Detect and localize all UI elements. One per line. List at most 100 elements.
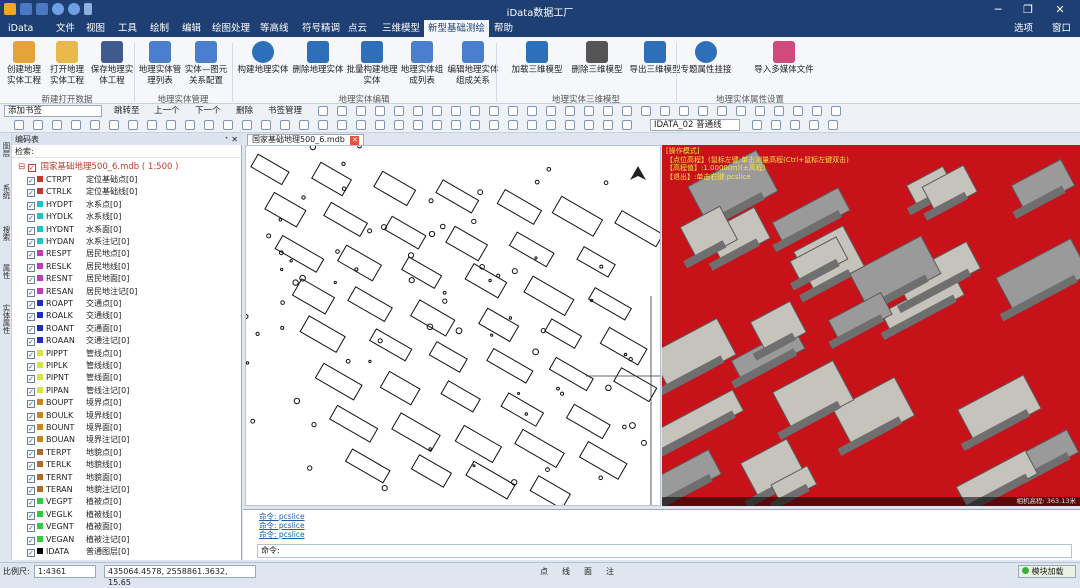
ribbon-button[interactable]: 构建地理实体 [236,41,290,76]
edit-tool-icon[interactable] [809,120,819,130]
layer-item[interactable]: ✓ HYDNT 水系面[0] [27,224,121,236]
menu-item[interactable]: 点云 [344,20,371,37]
maximize-button[interactable]: ❐ [1016,2,1040,18]
layer-checkbox[interactable]: ✓ [27,263,35,272]
edit-tool-icon[interactable] [489,120,499,130]
snap-point-button[interactable]: 点 [540,566,548,577]
tool-icon[interactable] [736,106,746,116]
tool-icon[interactable] [413,106,423,116]
ribbon-button[interactable]: 导入多媒体文件 [752,41,816,76]
tool-icon[interactable] [755,106,765,116]
layer-item[interactable]: ✓ BOULK 境界线[0] [27,410,121,422]
layer-item[interactable]: ✓ VEGAN 植被注记[0] [27,534,129,546]
layer-checkbox[interactable]: ✓ [27,549,35,557]
layer-item[interactable]: ✓ PIPPT 管线点[0] [27,348,121,360]
layer-checkbox[interactable]: ✓ [27,239,35,247]
ribbon-button[interactable]: 地理实体组成列表 [398,41,446,87]
layer-item[interactable]: ✓ RESAN 居民地注记[0] [27,286,137,298]
scale-field[interactable]: 1:4361 [34,565,96,578]
tool-icon[interactable] [812,106,822,116]
menu-item[interactable]: 新型基础测绘 [424,20,490,37]
layer-checkbox[interactable]: ✓ [27,425,35,433]
tool-icon[interactable] [356,106,366,116]
side-tab[interactable]: 属性 [1,264,11,279]
layer-item[interactable]: ✓ TERAN 地貌注记[0] [27,484,129,496]
layer-item[interactable]: ✓ CTRPT 定位基础点[0] [27,174,137,186]
layer-item[interactable]: ✓ VEGNT 植被面[0] [27,521,121,533]
close-button[interactable]: ✕ [1048,2,1072,18]
map-2d-view[interactable] [245,145,661,506]
next-button[interactable]: 下一个 [195,105,221,117]
search-field[interactable]: 检索: [12,146,242,158]
panel-close-icon[interactable]: ✕ [231,134,238,145]
menu-item[interactable]: 符号精调 [298,20,344,37]
layer-checkbox[interactable]: ✓ [27,350,35,359]
layer-item[interactable]: ✓ HYDLK 水系线[0] [27,211,121,223]
edit-tool-icon[interactable] [375,120,385,130]
tool-icon[interactable] [508,106,518,116]
layer-item[interactable]: ✓ IDATA 普通图层[0] [27,546,129,558]
edit-tool-icon[interactable] [223,120,233,130]
layer-item[interactable]: ✓ BOUAN 境界注记[0] [27,434,129,446]
tool-icon[interactable] [622,106,632,116]
layer-item[interactable]: ✓ VEGPT 植被点[0] [27,496,121,508]
edit-tool-icon[interactable] [451,120,461,130]
layer-item[interactable]: ✓ ROAPT 交通点[0] [27,298,121,310]
edit-tool-icon[interactable] [14,120,24,130]
layer-checkbox[interactable]: ✓ [27,511,35,520]
tab-close-icon[interactable]: ✕ [350,136,360,145]
layer-item[interactable]: ✓ HYDPT 水系点[0] [27,199,121,211]
edit-tool-icon[interactable] [546,120,556,130]
tool-icon[interactable] [337,106,347,116]
window-menu[interactable]: 窗口 [1048,20,1075,37]
side-tab[interactable]: 图层 [1,142,11,157]
pin-icon[interactable]: ᐩ [225,134,228,145]
layer-item[interactable]: ✓ CTRLK 定位基础线[0] [27,186,137,198]
edit-tool-icon[interactable] [71,120,81,130]
edit-tool-icon[interactable] [790,120,800,130]
layer-tree-root[interactable]: ⊟ ✓ 国家基础地理500_6.mdb ( 1:500 ) [18,161,178,173]
edit-tool-icon[interactable] [394,120,404,130]
layer-item[interactable]: ✓ PIPNT 管线面[0] [27,372,121,384]
edit-tool-icon[interactable] [242,120,252,130]
tool-icon[interactable] [432,106,442,116]
layer-checkbox[interactable]: ✓ [27,313,35,322]
layer-item[interactable]: ✓ BOUPT 境界点[0] [27,397,121,409]
tool-icon[interactable] [489,106,499,116]
edit-tool-icon[interactable] [603,120,613,130]
menu-item[interactable]: 编辑 [178,20,205,37]
tool-icon[interactable] [831,106,841,116]
ribbon-button[interactable]: 创建地理实体工程 [4,41,44,87]
edit-tool-icon[interactable] [166,120,176,130]
ribbon-button[interactable]: 实体—图元关系配置 [182,41,230,87]
tool-icon[interactable] [717,106,727,116]
layer-item[interactable]: ✓ PIPAN 管线注记[0] [27,385,129,397]
tool-icon[interactable] [793,106,803,116]
root-checkbox[interactable]: ✓ [27,164,36,172]
layer-checkbox[interactable]: ✓ [27,412,35,421]
layer-item[interactable]: ✓ ROALK 交通线[0] [27,310,121,322]
edit-tool-icon[interactable] [356,120,366,130]
bookmark-combo[interactable]: 添加书签 [4,105,102,117]
tool-icon[interactable] [584,106,594,116]
edit-tool-icon[interactable] [52,120,62,130]
edit-tool-icon[interactable] [318,120,328,130]
bookmark-manage-button[interactable]: 书签管理 [268,105,302,117]
snap-note-button[interactable]: 注 [606,566,614,577]
collapse-icon[interactable]: ⊟ [18,162,25,172]
snap-polygon-button[interactable]: 面 [584,566,592,577]
ribbon-button[interactable]: 导出三维模型 [628,41,682,76]
side-tab[interactable]: 系统 [1,184,11,199]
layer-checkbox[interactable]: ✓ [27,536,35,545]
tool-icon[interactable] [546,106,556,116]
tool-icon[interactable] [318,106,328,116]
tool-icon[interactable] [660,106,670,116]
layer-checkbox[interactable]: ✓ [27,449,35,458]
layer-checkbox[interactable]: ✓ [27,325,35,334]
options-menu[interactable]: 选项 [1010,20,1037,37]
snap-line-button[interactable]: 线 [562,566,570,577]
edit-tool-icon[interactable] [413,120,423,130]
layer-checkbox[interactable]: ✓ [27,201,35,210]
layer-checkbox[interactable]: ✓ [27,338,35,347]
edit-tool-icon[interactable] [527,120,537,130]
